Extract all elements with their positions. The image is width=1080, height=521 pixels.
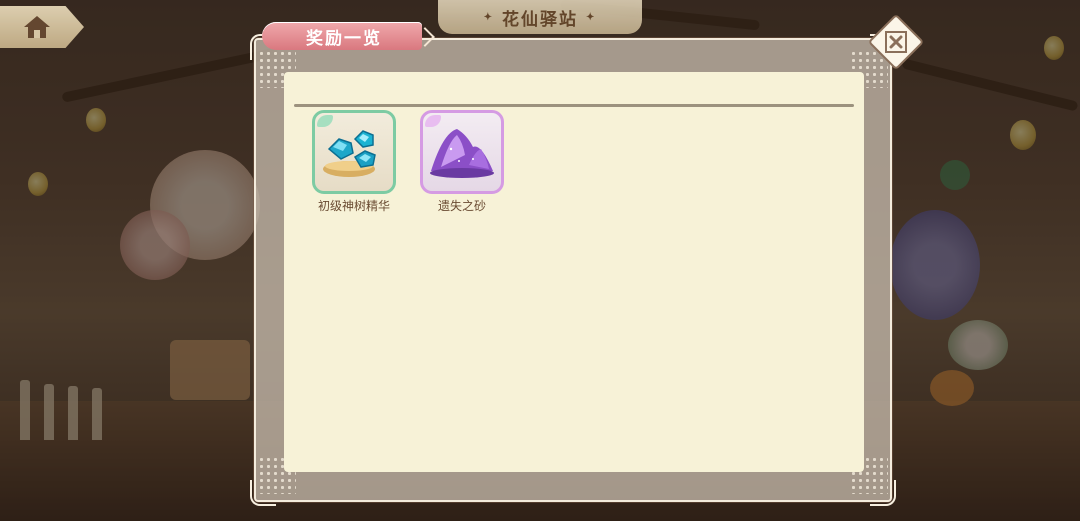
station-title-banner: ✦ 花仙驿站 ✦: [438, 0, 642, 34]
reward-item-name: 初级神树精华: [317, 199, 390, 213]
reward-list-panel: 初级神树精华 遗失之砂: [284, 72, 864, 472]
home-icon: [24, 16, 50, 38]
divider: [294, 104, 854, 107]
close-icon: [885, 31, 907, 53]
dialog-title-text: 奖励一览: [306, 28, 382, 49]
reward-item[interactable]: 遗失之砂: [416, 110, 508, 214]
station-title-text: 花仙驿站: [502, 9, 578, 30]
reward-item-tile: [312, 110, 396, 194]
essence-gems-icon: [323, 130, 376, 177]
diamond-ornament-icon: ✦: [483, 11, 494, 23]
reward-item[interactable]: 初级神树精华: [308, 110, 400, 214]
dialog-title-ribbon: 奖励一览: [262, 22, 422, 50]
reward-item-name: 遗失之砂: [437, 199, 486, 213]
purple-sand-icon: [430, 129, 494, 178]
reward-item-tile: [420, 110, 504, 194]
diamond-ornament-icon: ✦: [586, 11, 597, 23]
